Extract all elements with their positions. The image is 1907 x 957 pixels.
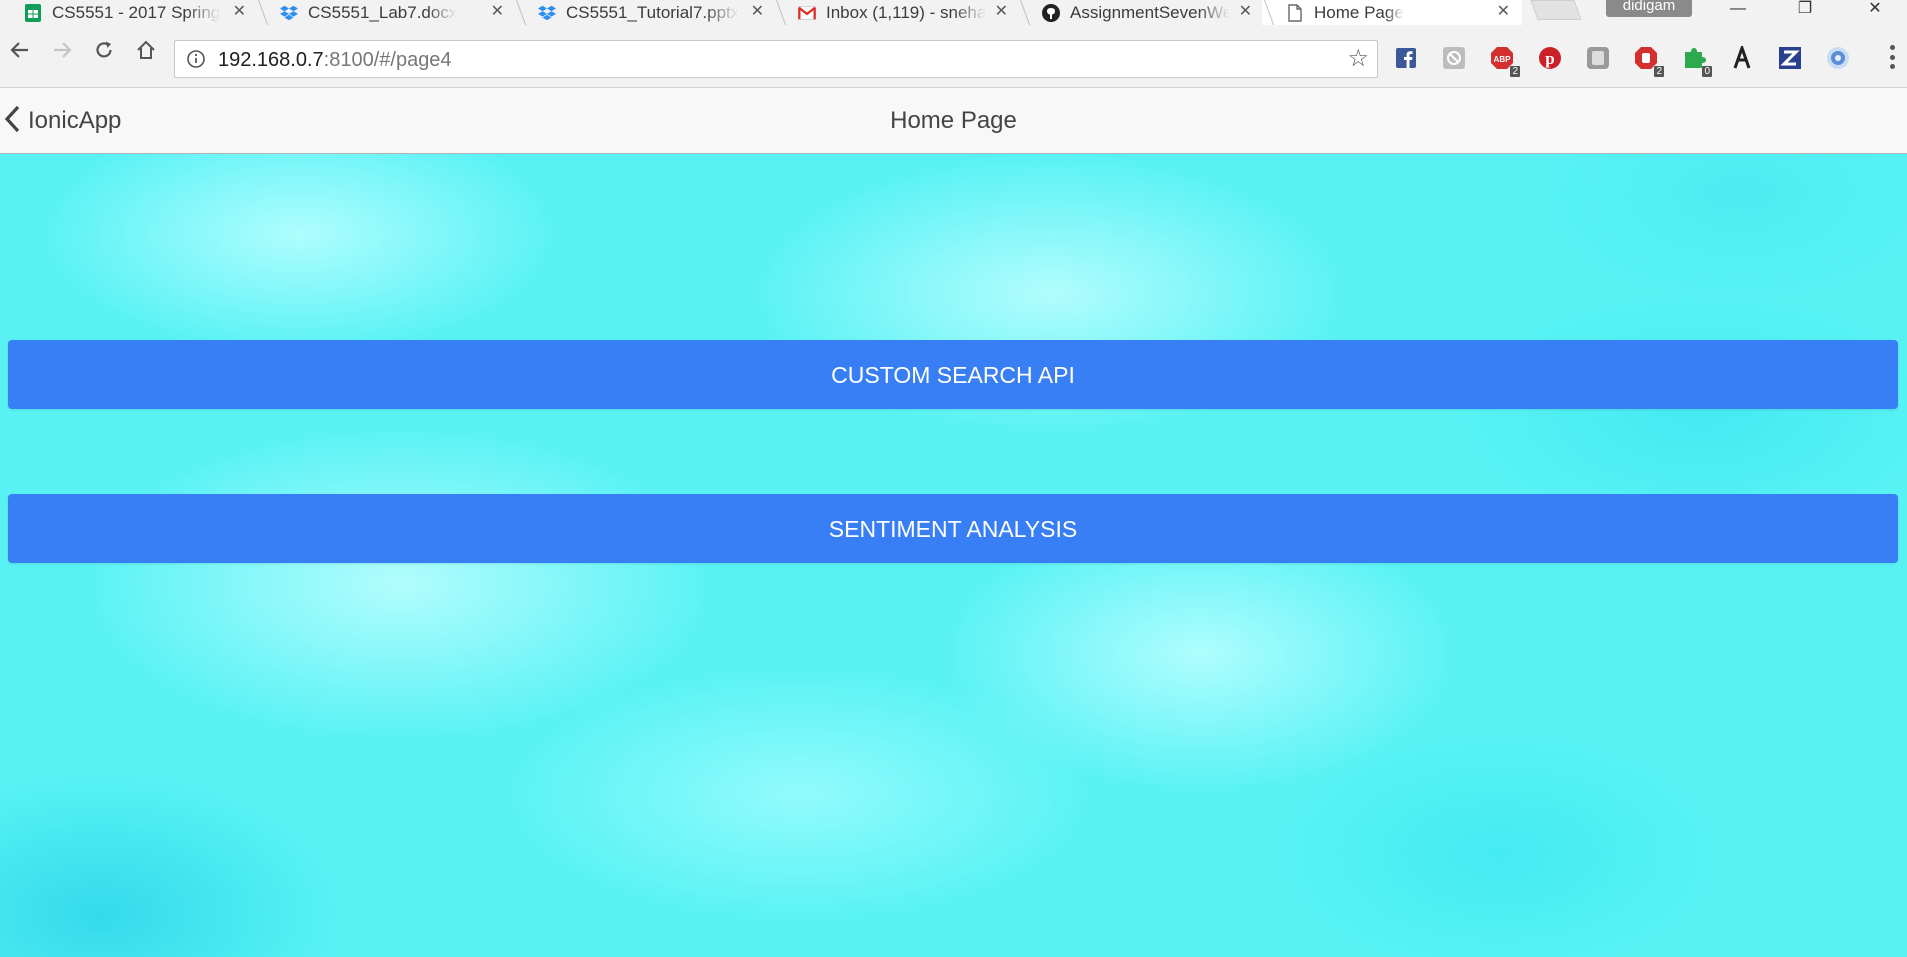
tab-separator — [516, 0, 540, 25]
bookmark-star-icon[interactable]: ☆ — [1347, 46, 1369, 72]
browser-tab[interactable]: CS5551_Tutorial7.pptx ✕ — [514, 0, 776, 25]
tab-close-icon[interactable]: ✕ — [1239, 3, 1252, 21]
svg-text:ABP: ABP — [1494, 55, 1512, 64]
minimize-icon[interactable]: — — [1715, 0, 1761, 22]
browser-tab[interactable]: CS5551_Lab7.docx ✕ — [256, 0, 516, 25]
profile-badge[interactable]: didigam — [1606, 0, 1692, 17]
browser-menu-icon[interactable] — [1889, 45, 1895, 69]
tab-separator — [1020, 0, 1044, 25]
tab-title: CS5551 - 2017 Spring — [52, 2, 221, 22]
gray-square-extension-icon[interactable] — [1586, 46, 1610, 70]
pinterest-extension-icon[interactable]: p — [1538, 46, 1562, 70]
tab-separator — [1264, 0, 1288, 25]
stop-hand-extension-icon[interactable]: 2 — [1634, 46, 1664, 77]
blue-circle-extension-icon[interactable] — [1826, 46, 1850, 70]
letter-a-extension-icon[interactable] — [1730, 46, 1754, 70]
svg-text:p: p — [1545, 49, 1554, 68]
browser-tab-strip: CS5551 - 2017 Spring ✕ CS5551_Lab7.docx … — [0, 0, 1907, 25]
page-content: CUSTOM SEARCH API SENTIMENT ANALYSIS — [0, 154, 1907, 957]
zotero-extension-icon[interactable] — [1778, 46, 1802, 70]
tab-title: Home Page — [1314, 2, 1404, 22]
browser-tab[interactable]: CS5551 - 2017 Spring ✕ — [0, 0, 258, 25]
tab-title: CS5551_Tutorial7.pptx — [566, 2, 740, 22]
adblock-plus-extension-icon[interactable]: ABP 2 — [1490, 46, 1520, 77]
url-host: 192.168.0.7 — [218, 49, 324, 71]
tab-title: AssignmentSevenWeb — [1070, 2, 1230, 22]
menu-dot — [1889, 64, 1895, 69]
tab-title: Inbox (1,119) - sneha — [826, 2, 986, 22]
address-bar[interactable]: 192.168.0.7:8100/#/page4 ☆ — [174, 40, 1378, 78]
dropbox-icon — [538, 4, 556, 22]
menu-dot — [1889, 54, 1895, 60]
gmail-icon — [798, 4, 816, 22]
dropbox-icon — [280, 4, 298, 22]
page-title: Home Page — [890, 107, 1017, 134]
blocked-extension-icon[interactable] — [1442, 46, 1466, 70]
facebook-extension-icon[interactable] — [1394, 46, 1418, 70]
home-icon[interactable] — [131, 35, 161, 65]
tab-close-icon[interactable]: ✕ — [1497, 3, 1510, 21]
tab-close-icon[interactable]: ✕ — [751, 3, 764, 21]
custom-search-api-button[interactable]: CUSTOM SEARCH API — [8, 340, 1898, 409]
back-arrow-icon[interactable] — [5, 35, 35, 65]
tab-separator — [258, 0, 282, 25]
sentiment-analysis-button[interactable]: SENTIMENT ANALYSIS — [8, 494, 1898, 563]
tab-close-icon[interactable]: ✕ — [233, 3, 246, 21]
tab-title: CS5551_Lab7.docx — [308, 2, 458, 22]
browser-tab[interactable]: AssignmentSevenWeb ✕ — [1018, 0, 1264, 25]
extension-badge: 2 — [1510, 66, 1520, 77]
browser-tab-active[interactable]: Home Page ✕ — [1262, 0, 1522, 25]
page-icon — [1286, 3, 1304, 22]
browser-tab[interactable]: Inbox (1,119) - sneha ✕ — [774, 0, 1020, 25]
extension-badge: 2 — [1654, 66, 1664, 77]
tab-close-icon[interactable]: ✕ — [995, 3, 1008, 21]
extension-badge: 0 — [1702, 66, 1712, 77]
green-puzzle-extension-icon[interactable]: 0 — [1682, 46, 1712, 77]
url-path: :8100/#/page4 — [323, 49, 452, 71]
tab-separator — [776, 0, 800, 25]
reload-icon[interactable] — [89, 35, 119, 65]
github-icon — [1042, 3, 1060, 22]
url-text[interactable]: 192.168.0.7:8100/#/page4 — [218, 49, 452, 72]
window-close-icon[interactable]: ✕ — [1852, 0, 1898, 22]
google-sheets-icon — [24, 3, 42, 22]
tab-close-icon[interactable]: ✕ — [491, 3, 504, 21]
info-icon[interactable] — [187, 50, 205, 68]
forward-arrow-icon[interactable] — [47, 35, 77, 65]
restore-icon[interactable]: ❐ — [1782, 0, 1828, 22]
new-tab-button[interactable] — [1530, 0, 1582, 20]
menu-dot — [1889, 45, 1895, 50]
app-header: IonicApp Home Page — [0, 88, 1907, 154]
browser-toolbar: 192.168.0.7:8100/#/page4 ☆ ABP 2 p 2 0 — [0, 25, 1907, 88]
